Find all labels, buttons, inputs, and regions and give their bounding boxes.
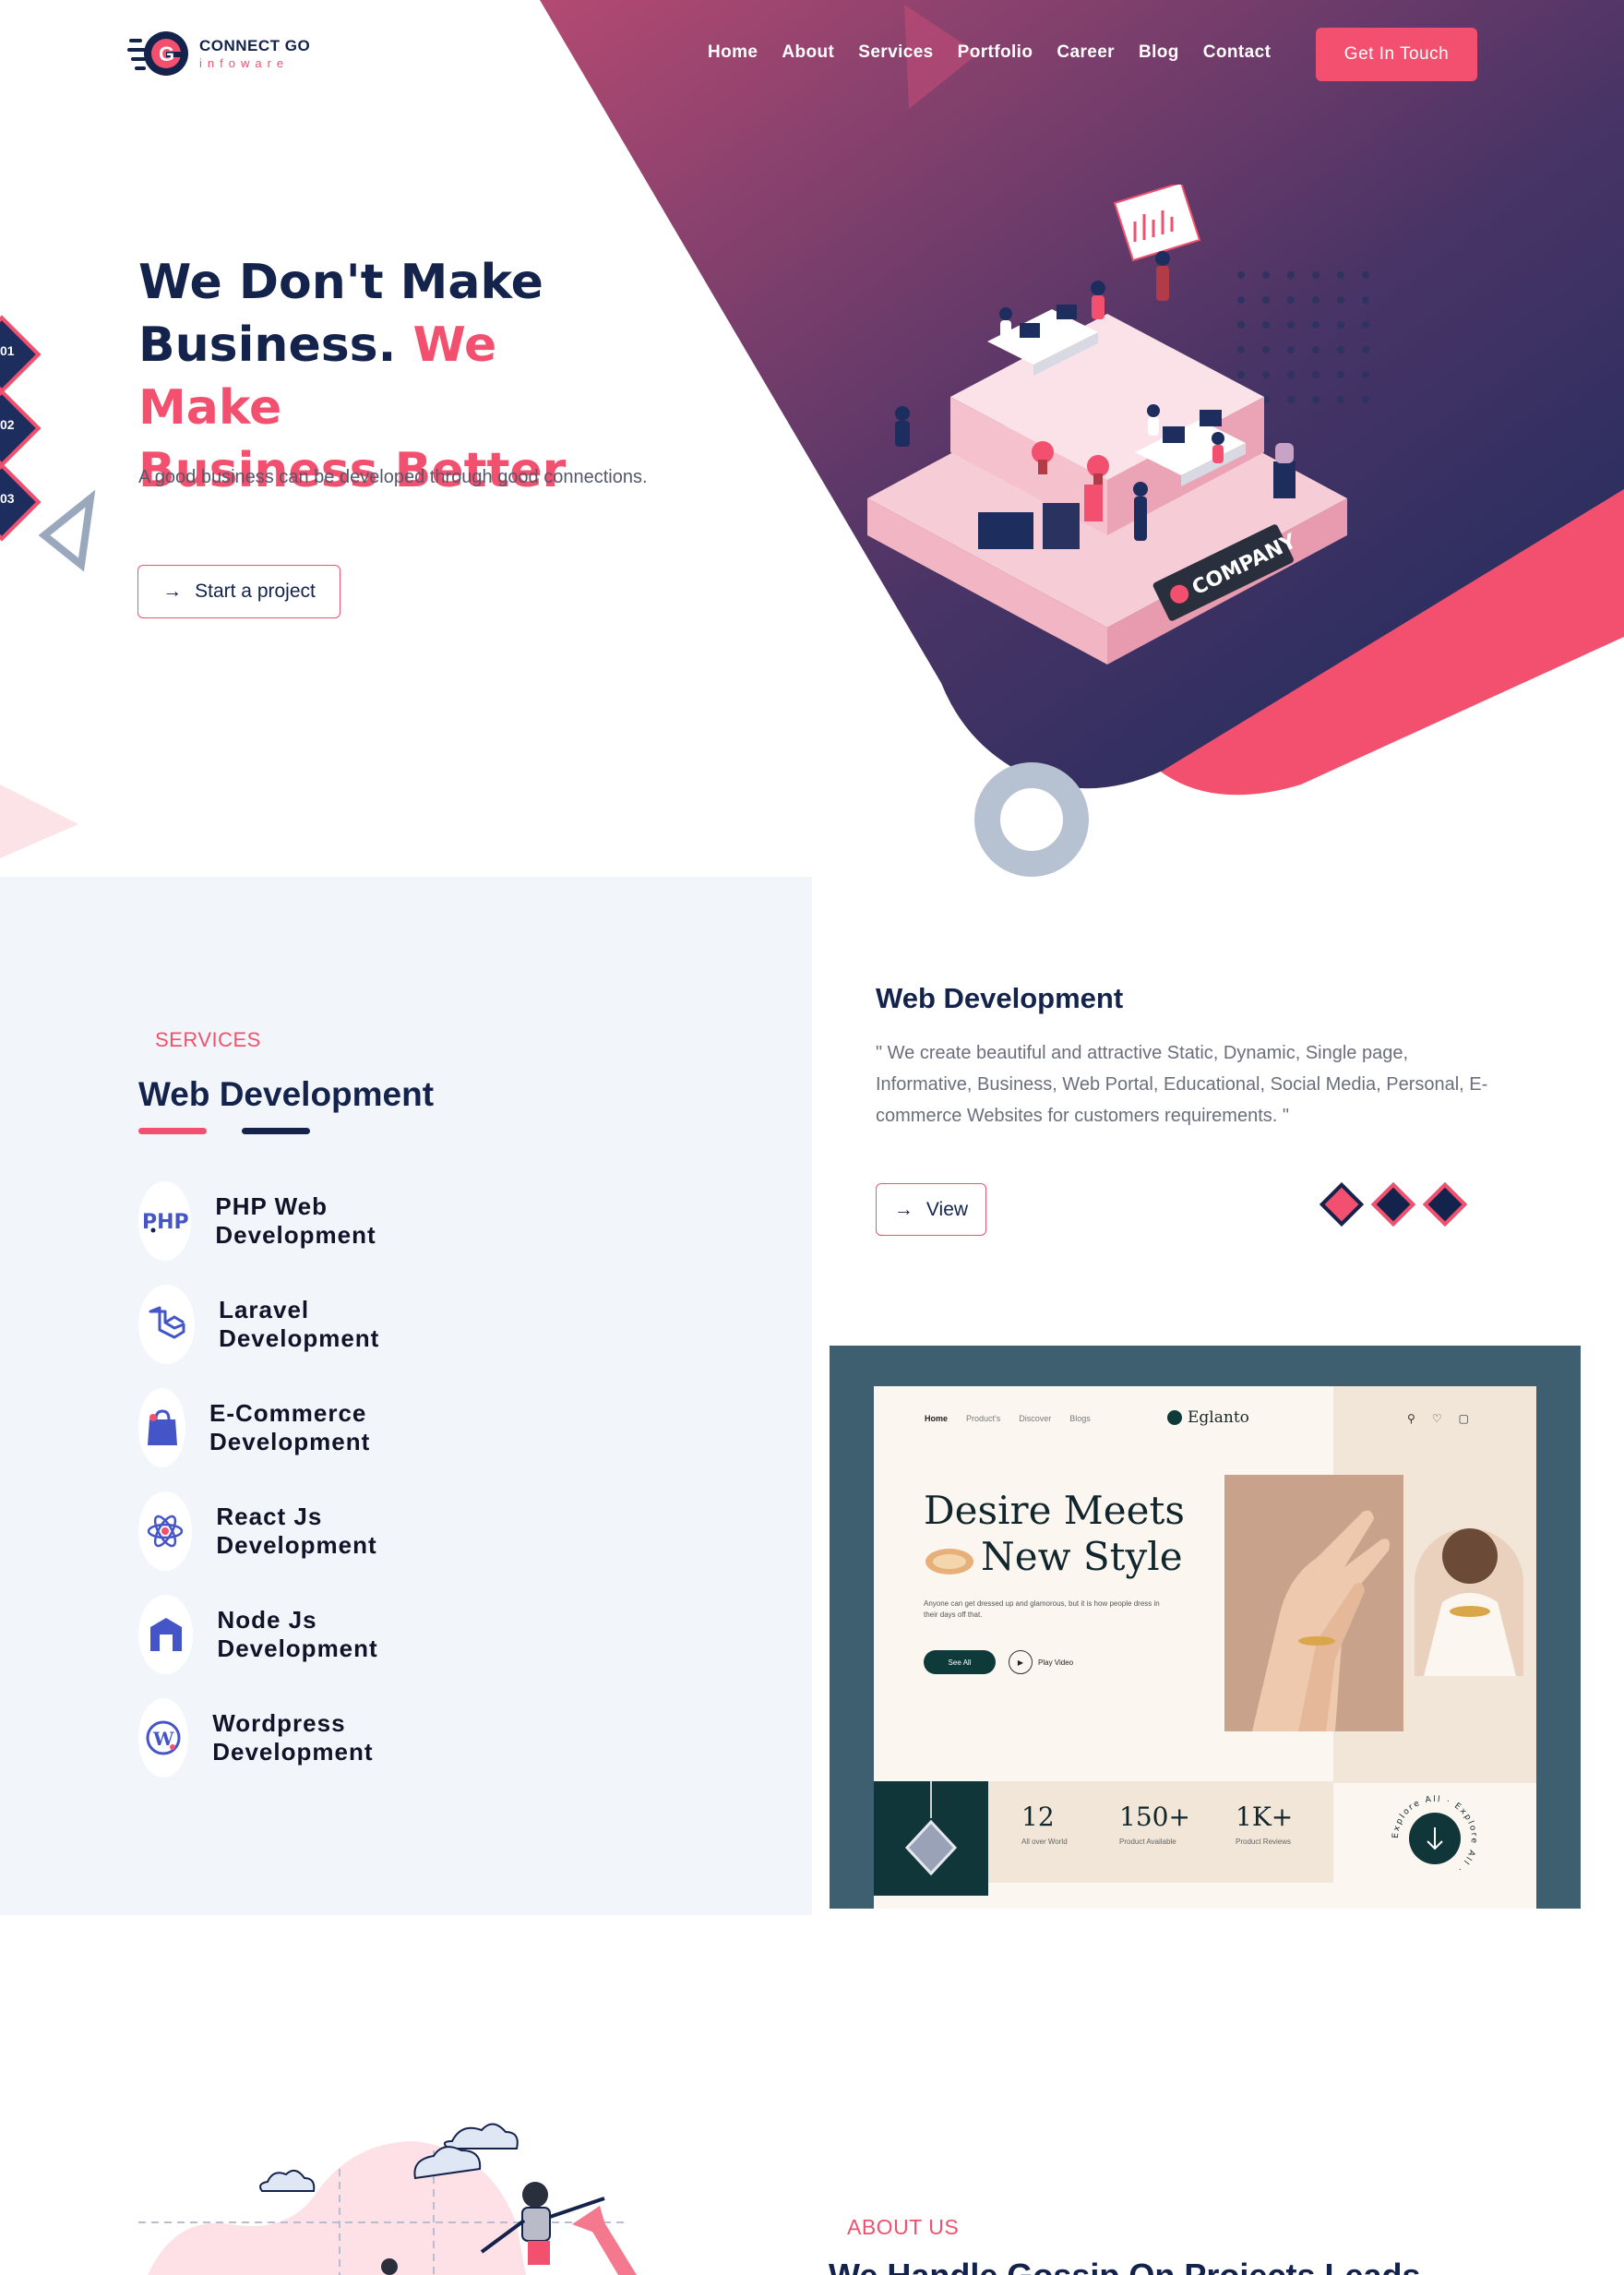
portfolio-pager: [1319, 1181, 1468, 1227]
shopping-bag-icon: [138, 1388, 185, 1467]
about-heading: We Handle Gossip On Projects Leads: [829, 2257, 1421, 2275]
stat-value: 150+: [1119, 1802, 1190, 1832]
preview-nav-discover: Discover: [1019, 1414, 1052, 1423]
svg-text:G: G: [159, 42, 174, 66]
stat-value: 1K+: [1236, 1802, 1294, 1832]
preview-nav-products: Product's: [966, 1414, 1001, 1423]
service-item-react[interactable]: React Js Development: [138, 1491, 402, 1571]
preview-play-label: Play Video: [1038, 1658, 1074, 1667]
hands-photo: [1224, 1475, 1403, 1731]
pager-dot-1[interactable]: [1319, 1181, 1365, 1227]
stat-label: Product Available: [1119, 1838, 1176, 1846]
service-label: React Js Development: [216, 1503, 377, 1559]
about-illustration: [138, 2123, 637, 2275]
react-icon: [138, 1491, 193, 1571]
brand-subtitle: infoware: [199, 56, 290, 70]
logo-mark-icon: G: [127, 26, 192, 81]
bracelet-thumb-icon: [925, 1549, 973, 1575]
nav-contact[interactable]: Contact: [1203, 42, 1272, 63]
portfolio-preview[interactable]: Home Product's Discover Blogs Eglanto ⚲ …: [830, 1346, 1581, 1909]
services-eyebrow: SERVICES: [155, 1028, 261, 1051]
brand-name: CONNECT GO: [199, 37, 311, 54]
heading-underline-pink: [138, 1128, 207, 1134]
laravel-icon: [138, 1285, 196, 1364]
nav-home[interactable]: Home: [708, 42, 758, 63]
preview-stat-3: 1K+ Product Reviews: [1236, 1802, 1293, 1846]
search-icon: ⚲: [1407, 1412, 1415, 1425]
arrow-right-icon: →: [162, 581, 183, 602]
view-label: View: [925, 1198, 969, 1220]
wordpress-icon: W: [138, 1698, 189, 1778]
php-icon: PHP: [138, 1181, 192, 1261]
slide-tab-1-label: 01: [0, 343, 15, 358]
service-label: E-Commerce Development: [209, 1399, 371, 1455]
about-eyebrow: ABOUT US: [847, 2215, 960, 2239]
preview-nav: Home Product's Discover Blogs: [925, 1414, 1091, 1423]
service-item-wordpress[interactable]: W Wordpress Development: [138, 1698, 402, 1778]
service-label: Wordpress Development: [212, 1709, 374, 1766]
service-detail-text: " We create beautiful and attractive Sta…: [876, 1043, 1488, 1126]
hero-section: G CONNECT GO infoware Home About Service…: [0, 0, 1624, 877]
service-item-node[interactable]: Node Js Development: [138, 1595, 402, 1674]
nav-about[interactable]: About: [782, 42, 834, 63]
nav-career[interactable]: Career: [1057, 42, 1115, 63]
nav-portfolio[interactable]: Portfolio: [958, 42, 1033, 63]
main-menu: Home About Services Portfolio Career Blo…: [708, 42, 1271, 63]
preview-brand: Eglanto: [1167, 1408, 1249, 1427]
service-item-laravel[interactable]: Laravel Development: [138, 1285, 402, 1364]
view-button[interactable]: → View: [876, 1183, 986, 1236]
preview-nav-home: Home: [925, 1414, 949, 1423]
stat-value: 12: [1021, 1802, 1055, 1832]
heading-underline-navy: [242, 1128, 310, 1134]
slide-tab-2-label: 02: [0, 417, 15, 432]
service-label: Node Js Development: [217, 1606, 378, 1662]
hero-title-line1: We Don't Make: [138, 255, 543, 310]
pendant-photo: [874, 1781, 988, 1896]
play-icon: ▶: [1009, 1650, 1033, 1674]
preview-copy: Anyone can get dressed up and glamorous,…: [924, 1599, 1160, 1619]
stat-label: Product Reviews: [1236, 1838, 1292, 1846]
services-panel: [0, 877, 812, 1915]
stat-label: All over World: [1021, 1838, 1068, 1846]
bag-icon: ▢: [1458, 1412, 1469, 1425]
explore-badge: Explore All · Explore All ·: [1391, 1795, 1476, 1874]
heart-icon: ♡: [1431, 1412, 1442, 1425]
hero-subtitle: A good business can be developed through…: [138, 467, 648, 487]
office-illustration: COMPANY: [867, 185, 1347, 665]
service-label: Laravel Development: [219, 1296, 380, 1352]
preview-nav-blogs: Blogs: [1069, 1414, 1091, 1423]
nav-blog[interactable]: Blog: [1139, 42, 1179, 63]
nav-services[interactable]: Services: [858, 42, 933, 63]
preview-brand-name: Eglanto: [1188, 1408, 1249, 1427]
top-navigation: G CONNECT GO infoware Home About Service…: [0, 0, 1624, 111]
arrow-right-icon: →: [893, 1198, 914, 1220]
service-detail-title: Web Development: [876, 982, 1124, 1014]
hero-title-line2a: Business.: [138, 317, 397, 373]
service-item-php[interactable]: PHP PHP Web Development: [138, 1181, 402, 1261]
service-item-ecommerce[interactable]: E-Commerce Development: [138, 1388, 402, 1467]
preview-brand-icon: [1167, 1410, 1182, 1425]
pager-dot-2[interactable]: [1370, 1181, 1416, 1227]
start-project-button[interactable]: → Start a project: [137, 565, 340, 618]
portfolio-preview-screen: Home Product's Discover Blogs Eglanto ⚲ …: [874, 1386, 1536, 1909]
get-in-touch-button[interactable]: Get In Touch: [1316, 28, 1477, 81]
services-heading: Web Development: [138, 1075, 435, 1113]
service-label: PHP Web Development: [215, 1192, 376, 1249]
slide-tab-3-label: 03: [0, 491, 15, 506]
preview-stat-2: 150+ Product Available: [1119, 1802, 1190, 1846]
start-project-label: Start a project: [195, 581, 316, 602]
preview-hero-line1: Desire Meets: [924, 1488, 1185, 1533]
preview-play-video: ▶ Play Video: [1009, 1650, 1073, 1674]
model-photo: [1415, 1528, 1523, 1676]
preview-see-all: See All: [924, 1650, 996, 1674]
brand-logo[interactable]: G CONNECT GO infoware: [127, 26, 310, 81]
pager-dot-3[interactable]: [1422, 1181, 1468, 1227]
preview-stat-1: 12 All over World: [1021, 1802, 1068, 1846]
svg-text:PHP: PHP: [142, 1211, 189, 1234]
node-icon: [138, 1595, 194, 1674]
preview-icons: ⚲ ♡ ▢: [1407, 1412, 1469, 1425]
